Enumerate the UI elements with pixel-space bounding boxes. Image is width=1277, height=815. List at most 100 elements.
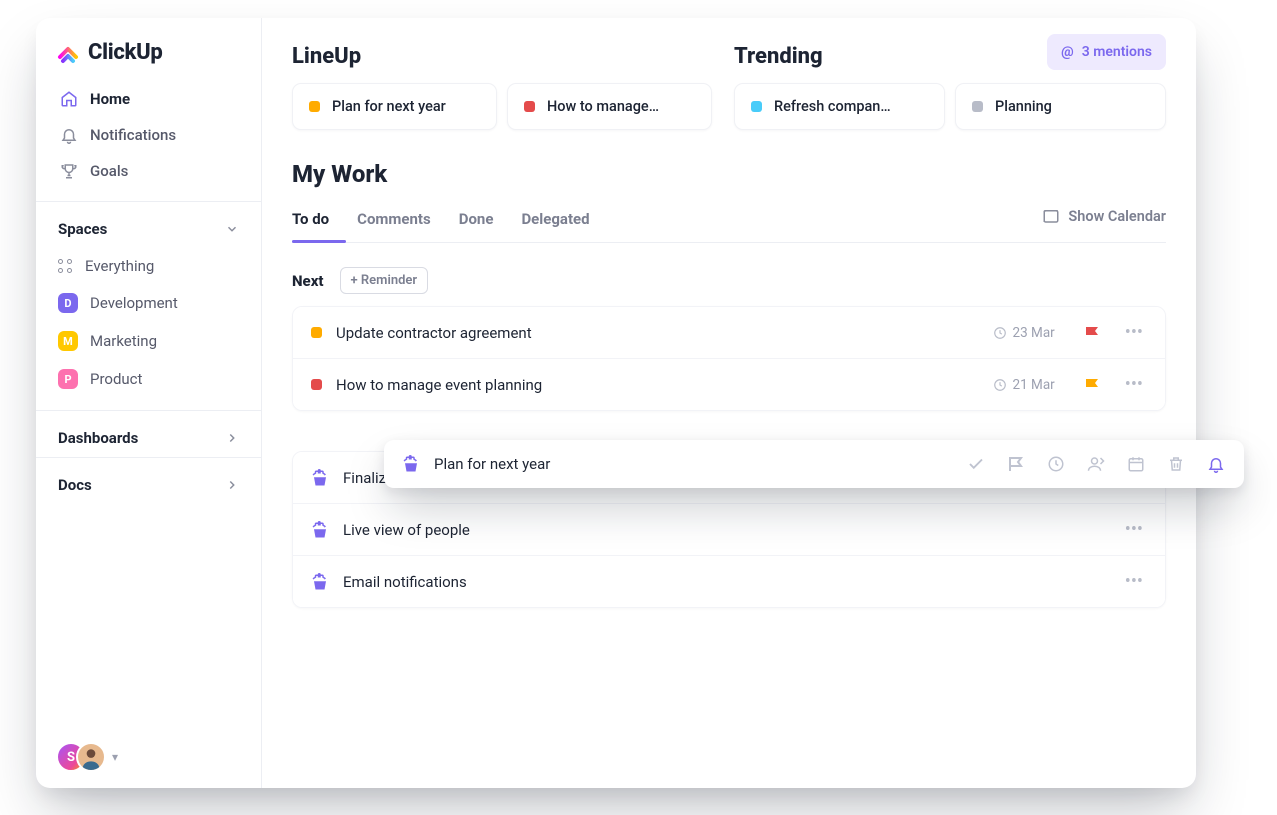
space-development[interactable]: D Development <box>36 284 261 322</box>
spaces-everything[interactable]: Everything <box>36 248 261 284</box>
sidebar: ClickUp Home Notifications Goals <box>36 18 262 788</box>
spaces-header[interactable]: Spaces <box>36 201 261 248</box>
schedule-action-icon[interactable] <box>1046 454 1066 474</box>
spaces-header-label: Spaces <box>58 220 107 238</box>
reminder-icon <box>402 455 420 473</box>
tab-done[interactable]: Done <box>459 202 494 242</box>
clock-icon <box>993 326 1007 340</box>
bell-icon <box>60 126 78 144</box>
nav-notifications-label: Notifications <box>90 126 176 144</box>
next-section-label: Next <box>292 272 324 290</box>
task-row[interactable]: Update contractor agreement 23 Mar ••• <box>293 307 1165 359</box>
show-calendar-button[interactable]: Show Calendar <box>1042 207 1166 237</box>
calendar-panel-icon <box>1042 207 1060 225</box>
task-popover[interactable]: Plan for next year <box>384 440 1244 488</box>
flag-action-icon[interactable] <box>1006 454 1026 474</box>
app-window: ClickUp Home Notifications Goals <box>36 18 1196 788</box>
chevron-right-icon <box>225 431 239 445</box>
task-title: Email notifications <box>343 573 1107 591</box>
trophy-icon <box>60 162 78 180</box>
status-dot-icon <box>311 327 322 338</box>
lineup-card[interactable]: Plan for next year <box>292 83 497 130</box>
task-due-date-text: 21 Mar <box>1013 377 1055 393</box>
trending-card-label: Planning <box>995 98 1052 115</box>
task-due-date: 23 Mar <box>993 325 1055 341</box>
active-tab-indicator <box>292 240 346 243</box>
trending-card[interactable]: Refresh compan… <box>734 83 945 130</box>
popover-actions <box>966 454 1226 474</box>
task-menu-button[interactable]: ••• <box>1121 519 1147 540</box>
status-dot-icon <box>524 101 535 112</box>
tab-comments[interactable]: Comments <box>357 202 431 242</box>
assign-action-icon[interactable] <box>1086 454 1106 474</box>
trending-card-label: Refresh compan… <box>774 98 891 115</box>
reminder-icon <box>311 573 329 591</box>
task-title: How to manage event planning <box>336 376 979 394</box>
mentions-button[interactable]: @ 3 mentions <box>1047 34 1166 70</box>
tab-delegated[interactable]: Delegated <box>521 202 589 242</box>
nav-goals-label: Goals <box>90 162 128 180</box>
brand-logo[interactable]: ClickUp <box>36 18 261 81</box>
nav-dashboards-label: Dashboards <box>58 429 138 447</box>
home-icon <box>60 90 78 108</box>
nav-docs-label: Docs <box>58 476 92 494</box>
space-badge-m: M <box>58 331 78 351</box>
nav-docs[interactable]: Docs <box>36 457 261 504</box>
tab-todo[interactable]: To do <box>292 202 329 242</box>
everything-icon <box>58 259 73 274</box>
task-menu-button[interactable]: ••• <box>1121 322 1147 343</box>
bottom-nav: Dashboards Docs <box>36 410 261 504</box>
caret-down-icon: ▾ <box>112 750 118 764</box>
space-product[interactable]: P Product <box>36 360 261 398</box>
task-row[interactable]: Email notifications ••• <box>293 556 1165 607</box>
chevron-right-icon <box>225 478 239 492</box>
trending-card[interactable]: Planning <box>955 83 1166 130</box>
date-action-icon[interactable] <box>1126 454 1146 474</box>
avatar-stack: S <box>56 742 106 772</box>
task-row[interactable]: How to manage event planning 21 Mar ••• <box>293 359 1165 410</box>
chevron-down-icon <box>225 222 239 236</box>
task-list-next: Update contractor agreement 23 Mar ••• H… <box>292 306 1166 411</box>
nav-goals[interactable]: Goals <box>48 153 249 189</box>
space-label: Development <box>90 294 178 312</box>
space-label: Marketing <box>90 332 157 350</box>
popover-title: Plan for next year <box>434 455 550 473</box>
clickup-logo-icon <box>56 41 80 65</box>
reminder-icon <box>311 469 329 487</box>
status-dot-icon <box>311 379 322 390</box>
task-due-date-text: 23 Mar <box>1013 325 1055 341</box>
task-menu-button[interactable]: ••• <box>1121 571 1147 592</box>
nav-home[interactable]: Home <box>48 81 249 117</box>
complete-action-icon[interactable] <box>966 454 986 474</box>
at-icon: @ <box>1061 44 1074 60</box>
space-marketing[interactable]: M Marketing <box>36 322 261 360</box>
notify-action-icon[interactable] <box>1206 454 1226 474</box>
lineup-card-label: How to manage… <box>547 98 659 115</box>
space-badge-p: P <box>58 369 78 389</box>
nav-home-label: Home <box>90 90 130 108</box>
status-dot-icon <box>972 101 983 112</box>
delete-action-icon[interactable] <box>1166 454 1186 474</box>
space-badge-d: D <box>58 293 78 313</box>
add-reminder-button[interactable]: + Reminder <box>340 267 429 294</box>
nav-notifications[interactable]: Notifications <box>48 117 249 153</box>
priority-flag-icon[interactable] <box>1085 378 1101 392</box>
clock-icon <box>993 378 1007 392</box>
spaces-everything-label: Everything <box>85 257 154 275</box>
mywork-title: My Work <box>292 160 1166 188</box>
lineup-card[interactable]: How to manage… <box>507 83 712 130</box>
avatar-photo <box>76 742 106 772</box>
task-title: Update contractor agreement <box>336 324 979 342</box>
workspace-switcher[interactable]: S ▾ <box>36 726 261 788</box>
task-due-date: 21 Mar <box>993 377 1055 393</box>
task-row[interactable]: Live view of people ••• <box>293 504 1165 556</box>
priority-flag-icon[interactable] <box>1085 326 1101 340</box>
primary-nav: Home Notifications Goals <box>36 81 261 189</box>
task-menu-button[interactable]: ••• <box>1121 374 1147 395</box>
reminder-icon <box>311 521 329 539</box>
status-dot-icon <box>309 101 320 112</box>
mentions-label: 3 mentions <box>1082 44 1152 60</box>
brand-name: ClickUp <box>88 40 163 65</box>
nav-dashboards[interactable]: Dashboards <box>36 411 261 457</box>
space-label: Product <box>90 370 142 388</box>
